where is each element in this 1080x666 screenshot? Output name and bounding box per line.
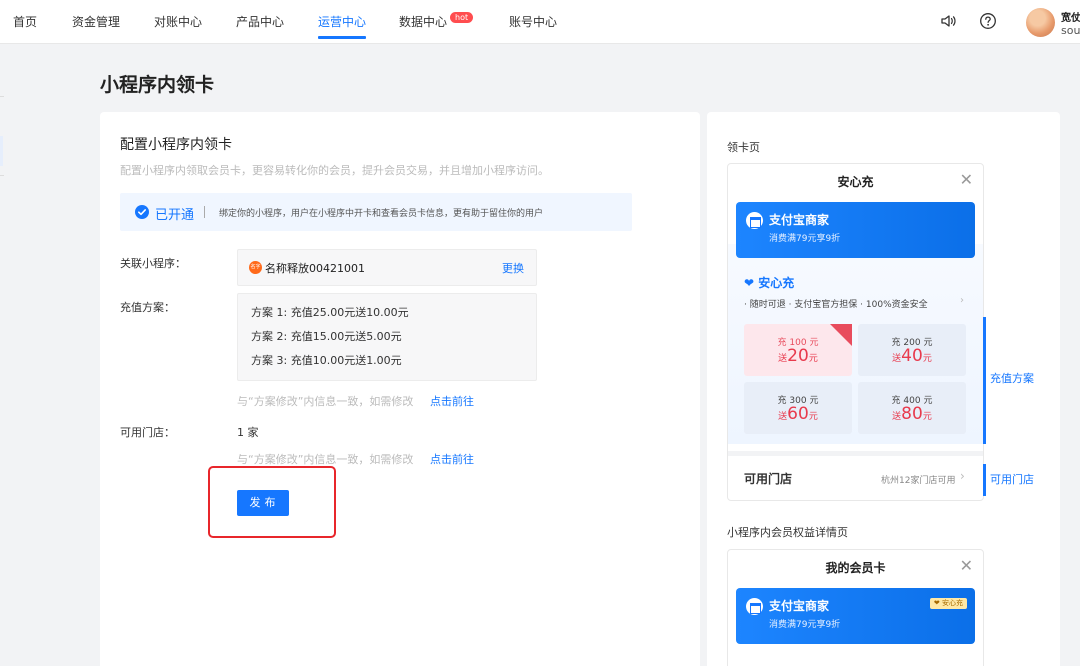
tile-give: 送 xyxy=(892,354,902,364)
close-icon[interactable]: ✕ xyxy=(960,556,973,575)
tile-give: 送 xyxy=(778,412,788,422)
user-avatar[interactable] xyxy=(1026,8,1055,37)
member-detail-preview: 我的会员卡 ✕ 支付宝商家 消费满79元享9折 ❤ 安心充 xyxy=(727,549,984,666)
tile-give: 送 xyxy=(778,354,788,364)
status-description: 绑定你的小程序，用户在小程序中开卡和查看会员卡信息，更有助于留住你的用户 xyxy=(219,209,544,219)
available-store-label: 可用门店： xyxy=(120,426,175,439)
sidebar-edge-divider xyxy=(0,96,4,97)
plan-item: 方案 1: 充值25.00元送10.00元 xyxy=(251,306,409,319)
plan-item: 方案 3: 充值10.00元送1.00元 xyxy=(251,354,402,367)
anxin-badge: ❤ 安心充 xyxy=(929,598,967,609)
recharge-tile[interactable]: 充 200 元 送40元 xyxy=(858,324,966,376)
section-description: 配置小程序内领取会员卡，更容易转化你的会员，提升会员交易，并且增加小程序访问。 xyxy=(120,164,549,177)
heart-icon: ❤ xyxy=(933,599,940,607)
mini-program-label: 关联小程序： xyxy=(120,257,186,270)
merchant-banner: 支付宝商家 消费满79元享9折 ❤ 安心充 xyxy=(736,588,975,644)
user-sub: sou xyxy=(1061,24,1080,37)
recharge-tile[interactable]: 充 100 元 送20元 xyxy=(744,324,852,376)
divider xyxy=(728,451,983,456)
help-icon[interactable] xyxy=(979,12,997,30)
anxin-features: · 随时可退 · 支付宝官方担保 · 100%资金安全 xyxy=(744,300,928,310)
tile-amount: 60 xyxy=(787,404,809,424)
plan-hint: 与“方案修改”内信息一致，如需修改 xyxy=(237,395,414,408)
tile-unit: 元 xyxy=(808,412,818,422)
tile-bonus: 送40元 xyxy=(858,346,966,366)
merchant-name: 支付宝商家 xyxy=(769,213,830,227)
store-hint: 与“方案修改”内信息一致，如需修改 xyxy=(237,453,414,466)
recharge-tile[interactable]: 充 400 元 送80元 xyxy=(858,382,966,434)
heart-icon: ❤ xyxy=(744,276,755,290)
nav-reconciliation[interactable]: 对账中心 xyxy=(154,0,202,44)
divider xyxy=(204,206,205,218)
publish-button[interactable]: 发布 xyxy=(237,490,289,516)
preview-card: 领卡页 安心充 ✕ 支付宝商家 消费满79元享9折 ❤ 安心充 · 随时可退 ·… xyxy=(707,112,1060,666)
phone-title: 我的会员卡 xyxy=(825,561,886,575)
mini-program-name: 名称释放00421001 xyxy=(265,262,365,275)
plan-tag: 充值方案 xyxy=(990,372,1034,385)
store-row-label: 可用门店 xyxy=(744,472,793,486)
nav-home[interactable]: 首页 xyxy=(13,0,37,44)
sidebar-edge-divider xyxy=(0,175,4,176)
anxin-logo: ❤ 安心充 xyxy=(744,274,794,291)
nav-data-label: 数据中心 xyxy=(399,15,448,29)
tile-unit: 元 xyxy=(808,354,818,364)
config-card: 配置小程序内领卡 配置小程序内领取会员卡，更容易转化你的会员，提升会员交易，并且… xyxy=(100,112,700,666)
nav-products[interactable]: 产品中心 xyxy=(236,0,284,44)
card-page-preview: 安心充 ✕ 支付宝商家 消费满79元享9折 ❤ 安心充 · 随时可退 · 支付宝… xyxy=(727,163,984,501)
page-title: 小程序内领卡 xyxy=(100,74,215,96)
tile-amount: 80 xyxy=(901,404,923,424)
merchant-name: 支付宝商家 xyxy=(769,599,830,613)
nav-funds[interactable]: 资金管理 xyxy=(72,0,120,44)
store-tag: 可用门店 xyxy=(990,473,1034,486)
speaker-icon[interactable] xyxy=(939,12,957,30)
tile-bonus: 送80元 xyxy=(858,404,966,424)
plan-item: 方案 2: 充值15.00元送5.00元 xyxy=(251,330,402,343)
mini-program-logo-icon: 名字 xyxy=(249,261,262,274)
hot-badge: hot xyxy=(450,12,474,23)
change-mini-program-link[interactable]: 更换 xyxy=(502,260,524,276)
mini-program-box: 名字 名称释放00421001 更换 xyxy=(237,249,537,286)
tile-bonus: 送20元 xyxy=(744,346,852,366)
check-circle-icon xyxy=(135,205,149,219)
plan-indicator-bar xyxy=(983,317,986,444)
recharge-plan-box: 方案 1: 充值25.00元送10.00元 方案 2: 充值15.00元送5.0… xyxy=(237,293,537,381)
nav-account[interactable]: 账号中心 xyxy=(509,0,557,44)
merchant-offer: 消费满79元享9折 xyxy=(769,234,841,244)
merchant-banner: 支付宝商家 消费满79元享9折 xyxy=(736,202,975,258)
section-title: 配置小程序内领卡 xyxy=(120,137,232,153)
close-icon[interactable]: ✕ xyxy=(960,170,973,189)
detail-page-label: 小程序内会员权益详情页 xyxy=(727,526,848,539)
nav-operations[interactable]: 运营中心 xyxy=(318,0,367,44)
recharge-plan-label: 充值方案： xyxy=(120,301,175,314)
tile-unit: 元 xyxy=(922,412,932,422)
chevron-right-icon: › xyxy=(960,469,965,483)
nav-data[interactable]: 数据中心 hot xyxy=(399,0,474,44)
tile-bonus: 送60元 xyxy=(744,404,852,424)
anxin-label: 安心充 xyxy=(758,276,795,290)
user-name: 宽仗 xyxy=(1061,13,1080,24)
tile-unit: 元 xyxy=(922,354,932,364)
tile-amount: 40 xyxy=(901,346,923,366)
top-nav-bar: 首页 资金管理 对账中心 产品中心 运营中心 数据中心 hot 账号中心 宽仗 s… xyxy=(0,0,1080,44)
recharge-tile[interactable]: 充 300 元 送60元 xyxy=(744,382,852,434)
available-store-value: 1 家 xyxy=(237,426,259,439)
anxin-badge-label: 安心充 xyxy=(942,599,963,607)
status-banner: 已开通 绑定你的小程序，用户在小程序中开卡和查看会员卡信息，更有助于留住你的用户 xyxy=(120,193,632,231)
status-label: 已开通 xyxy=(155,208,195,223)
plan-goto-link[interactable]: 点击前往 xyxy=(430,393,474,409)
store-goto-link[interactable]: 点击前往 xyxy=(430,451,474,467)
phone-title: 安心充 xyxy=(837,175,874,189)
tile-give: 送 xyxy=(892,412,902,422)
card-page-label: 领卡页 xyxy=(727,141,760,154)
chevron-right-icon: › xyxy=(960,295,964,306)
store-icon xyxy=(746,212,763,229)
sidebar-edge-active xyxy=(0,136,3,166)
store-indicator-bar xyxy=(983,464,986,496)
store-row-detail: 杭州12家门店可用 xyxy=(881,476,956,486)
tile-amount: 20 xyxy=(787,346,809,366)
store-icon xyxy=(746,598,763,615)
merchant-offer: 消费满79元享9折 xyxy=(769,620,841,630)
